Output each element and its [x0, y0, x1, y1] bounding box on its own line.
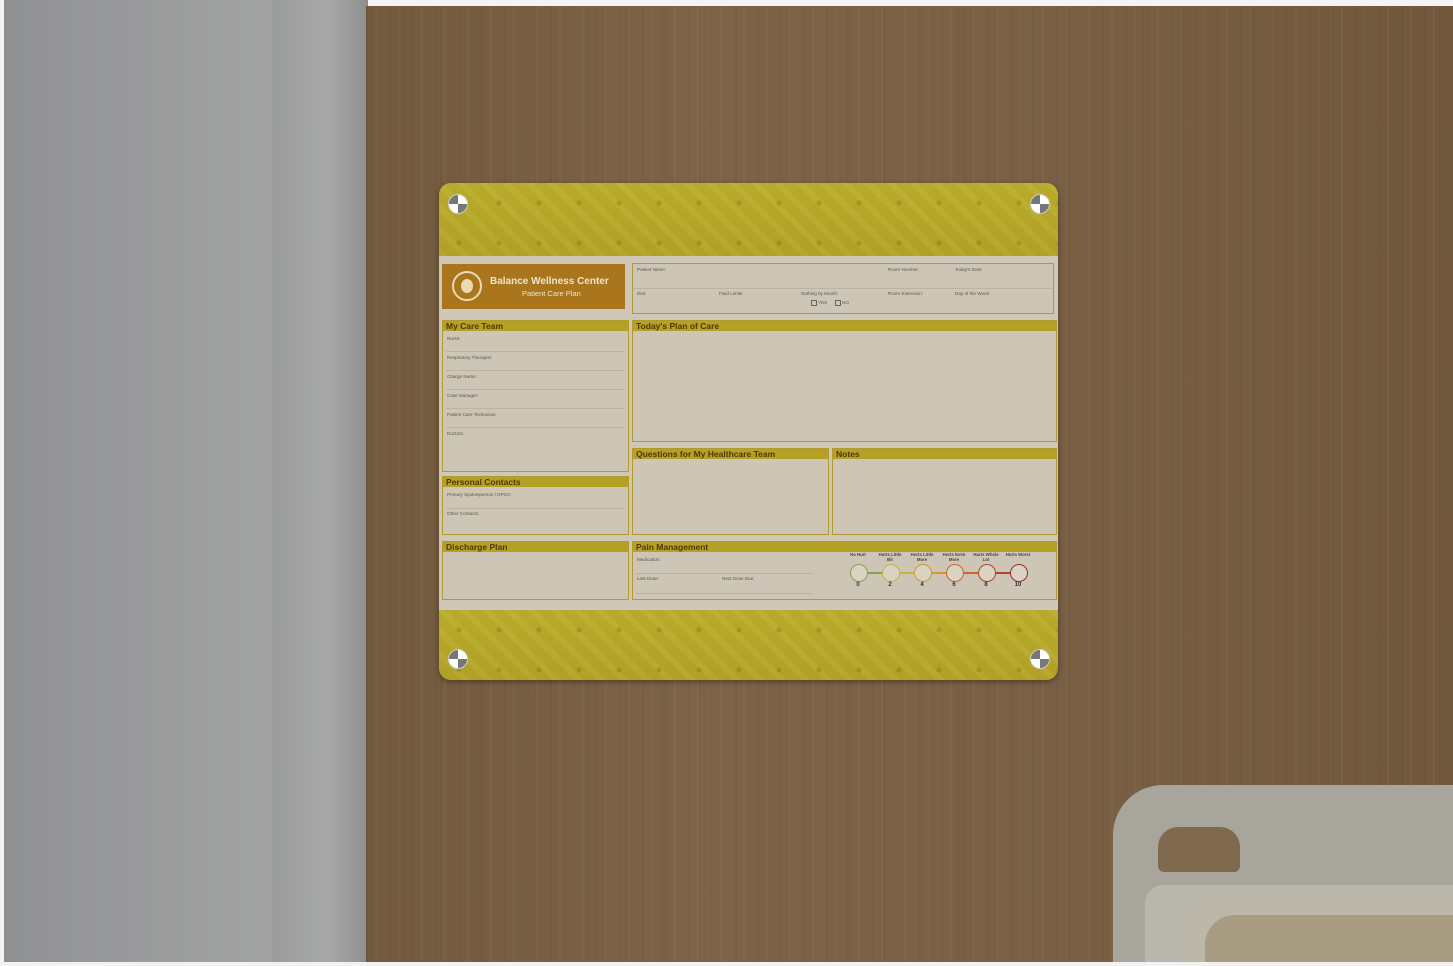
care-team-field: Charge Nurse:: [447, 374, 477, 379]
notes-header: Notes: [833, 449, 1056, 459]
pain-level-value: 4: [920, 582, 924, 588]
patient-info-box: Patient Name: Room Number: Today's Date:…: [632, 263, 1054, 314]
logo-block: Balance Wellness Center Patient Care Pla…: [442, 264, 625, 309]
pain-level-value: 10: [1014, 582, 1022, 588]
discharge-plan-box: Discharge Plan: [442, 541, 629, 600]
care-team-box: My Care Team Nurse: Respiratory Therapis…: [442, 320, 629, 472]
fluid-limits-field: Fluid Limits:: [719, 291, 744, 296]
divider: [446, 389, 624, 390]
patient-care-board: Balance Wellness Center Patient Care Pla…: [439, 183, 1058, 680]
pain-level-value: 8: [984, 582, 988, 588]
care-team-field: Patient Care Technician:: [447, 412, 497, 417]
divider: [446, 408, 624, 409]
board-top-pattern: [439, 183, 1058, 256]
divider: [446, 508, 624, 509]
care-team-field: Doctors:: [447, 431, 465, 436]
pain-management-box: Pain Management Medication: Last Dose: N…: [632, 541, 1057, 600]
divider: [446, 351, 624, 352]
care-team-header: My Care Team: [443, 321, 628, 331]
pain-face-icon: [946, 564, 964, 582]
questions-header: Questions for My Healthcare Team: [633, 449, 828, 459]
notes-box: Notes: [832, 448, 1057, 535]
bed-handle-opening: [1158, 827, 1240, 872]
questions-box: Questions for My Healthcare Team: [632, 448, 829, 535]
next-dose-field: Next Dose Due:: [722, 576, 755, 581]
yes-checkbox: YES: [811, 300, 827, 306]
day-of-week-field: Day of the Week:: [955, 291, 991, 296]
standoff-bolt-icon: [448, 649, 468, 669]
logo-subtitle: Patient Care Plan: [522, 289, 581, 298]
pain-management-header: Pain Management: [633, 542, 1056, 552]
contact-field: Other Contacts:: [447, 511, 480, 516]
pain-level-value: 2: [888, 582, 892, 588]
floor-strip: [0, 962, 1453, 966]
pain-scale-line: [866, 572, 882, 574]
pain-level-label: Hurts Little Bit: [878, 552, 902, 562]
pillow: [1205, 915, 1453, 966]
pain-scale-line: [994, 572, 1010, 574]
divider: [636, 573, 814, 574]
plan-of-care-box: Today's Plan of Care: [632, 320, 1057, 442]
pain-level-label: Hurts Worst: [1005, 552, 1031, 557]
no-checkbox: NO: [835, 300, 849, 306]
plan-of-care-header: Today's Plan of Care: [633, 321, 1056, 331]
contact-field: Primary Spokesperson / DPOA:: [447, 492, 512, 497]
personal-contacts-box: Personal Contacts Primary Spokesperson /…: [442, 476, 629, 535]
divider: [636, 593, 814, 594]
door-frame: [272, 0, 368, 966]
pain-face-icon: [1010, 564, 1028, 582]
pain-level-label: No Hurt: [850, 552, 866, 557]
room-extension-field: Room Extension:: [888, 291, 923, 296]
nothing-by-mouth-field: Nothing by Mouth:: [801, 291, 839, 296]
pain-scale-line: [962, 572, 978, 574]
pain-scale-line: [930, 572, 946, 574]
personal-contacts-header: Personal Contacts: [443, 477, 628, 487]
divider: [446, 427, 624, 428]
patient-name-field: Patient Name:: [637, 267, 667, 272]
care-team-field: Case Manager:: [447, 393, 479, 398]
pain-level-label: Hurts Whole Lot: [973, 552, 999, 562]
board-bottom-pattern: [439, 610, 1058, 680]
pain-level-label: Hurts Little More: [910, 552, 934, 562]
lotus-logo-icon: [452, 271, 482, 301]
logo-title: Balance Wellness Center: [490, 276, 609, 287]
divider: [633, 288, 1053, 289]
diet-field: Diet:: [637, 291, 647, 296]
todays-date-field: Today's Date:: [955, 267, 983, 272]
standoff-bolt-icon: [1030, 649, 1050, 669]
standoff-bolt-icon: [448, 194, 468, 214]
last-dose-field: Last Dose:: [637, 576, 659, 581]
wall-edge: [0, 0, 4, 966]
pain-face-icon: [914, 564, 932, 582]
pain-level-value: 6: [952, 582, 956, 588]
care-team-field: Respiratory Therapist:: [447, 355, 493, 360]
pain-face-icon: [882, 564, 900, 582]
board-content: Balance Wellness Center Patient Care Pla…: [439, 256, 1058, 610]
pain-face-icon: [850, 564, 868, 582]
medication-field: Medication:: [637, 557, 661, 562]
discharge-plan-header: Discharge Plan: [443, 542, 628, 552]
care-team-field: Nurse:: [447, 336, 461, 341]
pain-level-value: 0: [856, 582, 860, 588]
pain-face-icon: [978, 564, 996, 582]
photo-scene: Balance Wellness Center Patient Care Pla…: [0, 0, 1453, 966]
standoff-bolt-icon: [1030, 194, 1050, 214]
pain-scale-line: [898, 572, 914, 574]
room-number-field: Room Number:: [888, 267, 920, 272]
divider: [446, 370, 624, 371]
pain-level-label: Hurts Even More: [942, 552, 966, 562]
